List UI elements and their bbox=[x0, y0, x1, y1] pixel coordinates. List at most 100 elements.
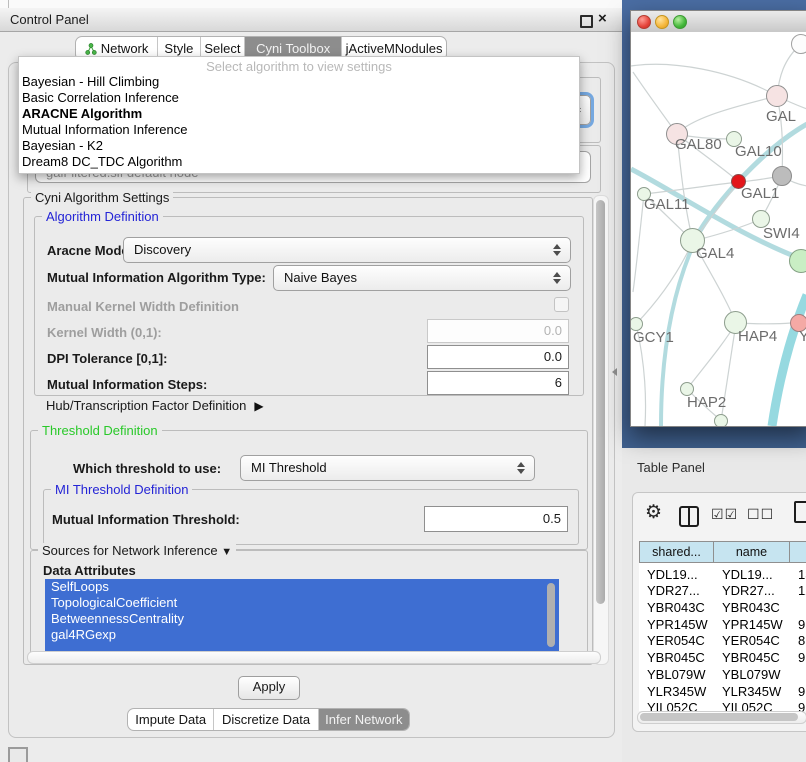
select-all-icon[interactable]: ☑☑ bbox=[711, 506, 738, 523]
aracne-mode-combobox[interactable]: Discovery bbox=[123, 237, 571, 263]
table-horizontal-scrollbar[interactable] bbox=[637, 711, 806, 724]
column-header[interactable]: name bbox=[714, 541, 790, 563]
mi-threshold-definition-group: MI Threshold Definition Mutual Informati… bbox=[43, 489, 579, 545]
dpi-tolerance-field[interactable]: 0.0 bbox=[427, 345, 569, 369]
settings-horizontal-scrollbar[interactable] bbox=[27, 651, 601, 664]
deselect-all-icon[interactable]: ☐☐ bbox=[747, 506, 774, 523]
table-row[interactable]: YDR27... YDR27... 12 bbox=[639, 583, 806, 599]
table-row[interactable]: YBR043C YBR043C bbox=[639, 600, 806, 616]
settings-group-title: Cyni Algorithm Settings bbox=[31, 190, 173, 205]
data-attributes-list[interactable]: SelfLoops TopologicalCoefficient Between… bbox=[45, 579, 559, 653]
network-node[interactable] bbox=[766, 85, 788, 107]
algorithm-definition-group: Algorithm Definition Aracne Mode: Discov… bbox=[34, 216, 584, 396]
mi-steps-field[interactable]: 6 bbox=[427, 371, 569, 395]
table-panel: ⚙ ☑☑ ☐☐ shared... name YDL19... YDL19...… bbox=[632, 492, 806, 732]
tab-select-label: Select bbox=[204, 41, 240, 56]
algorithm-dropdown-popup: Select algorithm to view settings Bayesi… bbox=[18, 56, 580, 174]
mac-minimize-button[interactable] bbox=[655, 15, 669, 29]
mac-close-button[interactable] bbox=[637, 15, 651, 29]
network-node[interactable] bbox=[791, 34, 806, 54]
manual-kernel-label: Manual Kernel Width Definition bbox=[47, 299, 239, 314]
algorithm-option[interactable]: Mutual Information Inference bbox=[22, 122, 187, 138]
network-window-titlebar[interactable] bbox=[631, 11, 806, 33]
hub-definition-label: Hub/Transcription Factor Definition bbox=[46, 398, 246, 413]
mi-type-combobox[interactable]: Naive Bayes bbox=[273, 265, 571, 291]
mi-threshold-field[interactable]: 0.5 bbox=[424, 506, 568, 532]
tab-infer-network[interactable]: Infer Network bbox=[319, 709, 409, 730]
tab-network-label: Network bbox=[101, 41, 149, 56]
top-strip-divider bbox=[8, 0, 9, 8]
kernel-width-label: Kernel Width (0,1): bbox=[47, 325, 162, 340]
algorithm-option[interactable]: Bayesian - Hill Climbing bbox=[22, 74, 159, 90]
table-row[interactable]: YLR345W YLR345W 9. bbox=[639, 684, 806, 700]
table-row[interactable]: YBL079W YBL079W bbox=[639, 667, 806, 683]
column-header[interactable]: shared... bbox=[639, 541, 714, 563]
node-label: GAL10 bbox=[735, 143, 782, 160]
column-visibility-icon[interactable] bbox=[679, 506, 699, 527]
list-item[interactable]: gal4RGexp bbox=[45, 627, 559, 643]
algorithm-option-selected[interactable]: ARACNE Algorithm bbox=[22, 106, 142, 122]
control-panel-titlebar: Control Panel × bbox=[0, 8, 622, 32]
mi-steps-value: 6 bbox=[555, 375, 562, 390]
threshold-definition-group: Threshold Definition Which threshold to … bbox=[30, 430, 588, 550]
algorithm-option[interactable]: Bayesian - K2 bbox=[22, 138, 103, 154]
settings-vertical-scrollbar[interactable] bbox=[593, 195, 609, 665]
node-label: GCY1 bbox=[633, 329, 674, 346]
tab-impute-data[interactable]: Impute Data bbox=[128, 709, 214, 730]
network-node-swi4[interactable] bbox=[789, 249, 806, 273]
kernel-width-value: 0.0 bbox=[544, 323, 562, 338]
tab-infer-network-label: Infer Network bbox=[325, 712, 402, 727]
combo-stepper-icon bbox=[553, 271, 561, 285]
algorithm-option[interactable]: Dream8 DC_TDC Algorithm bbox=[22, 154, 182, 170]
table-row[interactable]: YPR145W YPR145W 9. bbox=[639, 617, 806, 633]
list-scrollbar[interactable] bbox=[547, 583, 555, 647]
threshold-definition-title: Threshold Definition bbox=[38, 423, 162, 438]
network-node[interactable] bbox=[714, 414, 728, 426]
tab-cyni-toolbox-label: Cyni Toolbox bbox=[256, 41, 330, 56]
aracne-mode-label: Aracne Mode: bbox=[47, 243, 133, 258]
sources-title-text: Sources for Network Inference bbox=[42, 543, 218, 558]
list-item[interactable]: TopologicalCoefficient bbox=[45, 595, 559, 611]
collapse-arrow-icon[interactable]: ▼ bbox=[221, 546, 232, 558]
panel-collapse-arrow-icon[interactable] bbox=[612, 368, 617, 376]
tab-jactivemnodules-label: jActiveMNodules bbox=[346, 41, 443, 56]
table-row[interactable]: YBR045C YBR045C 9. bbox=[639, 650, 806, 666]
algorithm-option[interactable]: Basic Correlation Inference bbox=[22, 90, 179, 106]
list-item[interactable]: BetweennessCentrality bbox=[45, 611, 559, 627]
network-icon bbox=[85, 43, 97, 55]
tab-style-label: Style bbox=[164, 41, 193, 56]
node-label: GAL11 bbox=[644, 196, 690, 213]
table-row[interactable]: YER054C YER054C 8. bbox=[639, 633, 806, 649]
apply-button-label: Apply bbox=[253, 679, 286, 694]
network-canvas[interactable]: GAL GAL80 GAL10 GAL11 GAL1 SWI4 GAL4 GCY… bbox=[631, 32, 806, 426]
node-label: GAL80 bbox=[675, 136, 722, 153]
table-header: shared... name bbox=[639, 541, 806, 563]
kernel-width-field[interactable]: 0.0 bbox=[427, 319, 569, 343]
manual-kernel-checkbox[interactable] bbox=[554, 297, 569, 312]
tab-discretize-data-label: Discretize Data bbox=[222, 712, 310, 727]
column-header[interactable] bbox=[790, 541, 806, 563]
which-threshold-combobox[interactable]: MI Threshold bbox=[240, 455, 535, 481]
document-icon[interactable] bbox=[794, 501, 806, 523]
mac-zoom-button[interactable] bbox=[673, 15, 687, 29]
list-item[interactable]: SelfLoops bbox=[45, 579, 559, 595]
node-label: HAP4 bbox=[738, 328, 777, 345]
network-node-gray[interactable] bbox=[772, 166, 792, 186]
float-icon[interactable] bbox=[580, 15, 593, 28]
scrollbar-thumb[interactable] bbox=[596, 200, 605, 604]
sources-group: Sources for Network Inference ▼ Data Att… bbox=[30, 550, 588, 656]
table-row[interactable]: YDL19... YDL19... 13 bbox=[639, 567, 806, 583]
panel-title: Control Panel bbox=[10, 12, 89, 27]
scrollbar-thumb[interactable] bbox=[640, 713, 798, 721]
gear-icon[interactable]: ⚙ bbox=[645, 501, 662, 524]
apply-button[interactable]: Apply bbox=[238, 676, 300, 700]
expand-arrow-icon: ▶ bbox=[254, 399, 263, 413]
mi-type-label: Mutual Information Algorithm Type: bbox=[47, 270, 266, 285]
hub-definition-toggle[interactable]: Hub/Transcription Factor Definition ▶ bbox=[46, 398, 264, 413]
dpi-tolerance-label: DPI Tolerance [0,1]: bbox=[47, 351, 167, 366]
close-icon[interactable]: × bbox=[598, 10, 607, 27]
sources-group-title: Sources for Network Inference ▼ bbox=[38, 543, 236, 558]
docked-widget-icon[interactable] bbox=[8, 747, 28, 762]
screen: Control Panel × Network Style Select Cyn… bbox=[0, 0, 806, 762]
tab-discretize-data[interactable]: Discretize Data bbox=[214, 709, 318, 730]
